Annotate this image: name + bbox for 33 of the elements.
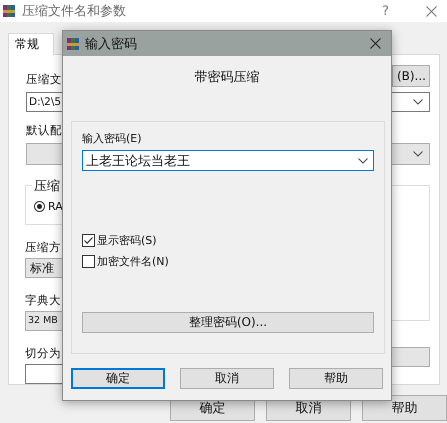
checkbox-label: 显示密码(S) (97, 233, 157, 248)
browse-button[interactable]: (B)... (392, 65, 430, 87)
dialog-button[interactable]: 确定 (71, 368, 165, 389)
books-icon (3, 5, 15, 17)
close-icon[interactable] (426, 6, 437, 16)
dictionary-label: 字典大 (25, 292, 61, 308)
checkbox[interactable] (82, 234, 95, 247)
tab[interactable]: 常规 (8, 33, 54, 55)
radio-label: RA (48, 200, 63, 213)
radio-button[interactable] (34, 201, 45, 212)
dialog-button[interactable]: 取消 (180, 368, 274, 389)
close-icon[interactable] (370, 38, 381, 49)
organize-passwords-button[interactable]: 整理密码(O)... (82, 312, 374, 333)
password-field[interactable]: 上老王论坛当老王 (82, 150, 374, 171)
chevron-icon (413, 99, 423, 105)
archive-name-label: 压缩文 (26, 71, 62, 87)
password-label: 输入密码(E) (82, 131, 143, 146)
archive-name-value: D:\2\5 (29, 96, 62, 108)
dialog-title: 输入密码 (85, 36, 137, 52)
dialog-button[interactable]: 帮助 (289, 368, 383, 389)
checkbox-label: 加密文件名(N) (97, 254, 169, 269)
password-value: 上老王论坛当老王 (86, 152, 190, 170)
split-label: 切分为 (25, 345, 61, 361)
dropdown[interactable] (390, 347, 430, 367)
chevron-icon (413, 151, 423, 157)
method-label: 压缩方 (25, 239, 61, 255)
checkbox[interactable] (82, 255, 95, 268)
chevron-icon (358, 158, 368, 164)
dialog-heading: 带密码压缩 (194, 69, 260, 86)
window-title: 压缩文件名和参数 (22, 3, 126, 20)
dialog-button[interactable]: 帮助 (362, 395, 447, 421)
books-icon (67, 38, 79, 50)
help-button[interactable]: ? (382, 4, 389, 18)
